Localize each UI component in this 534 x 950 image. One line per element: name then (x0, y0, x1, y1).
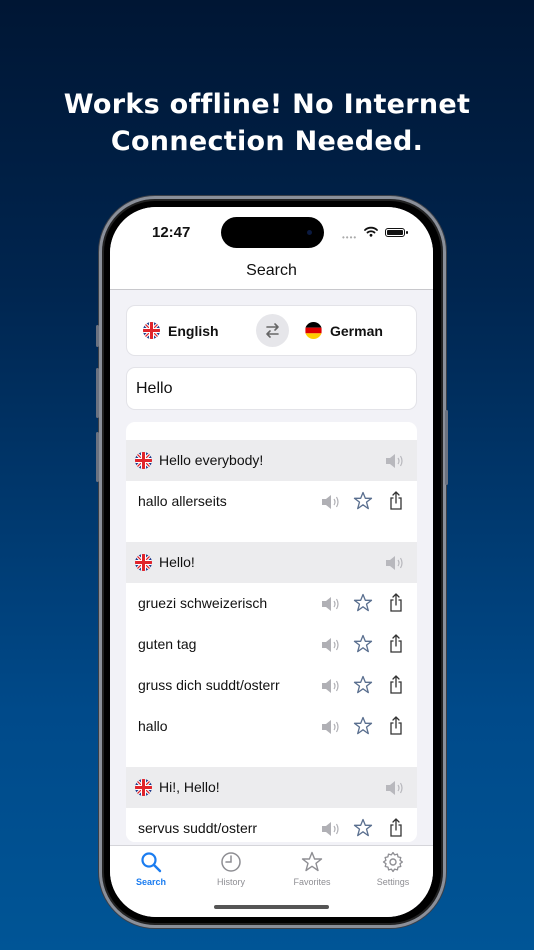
translation-text: guten tag (138, 636, 197, 652)
results-list: Hello everybody! hallo allerseits Hello! gr… (126, 422, 417, 842)
page-title: Search (246, 262, 297, 279)
speaker-icon[interactable] (320, 719, 342, 735)
uk-flag-icon (143, 322, 160, 339)
translation-row[interactable]: guten tag (126, 624, 417, 665)
share-icon[interactable] (389, 716, 403, 735)
source-phrase: Hello everybody! (159, 452, 264, 468)
tab-favorites[interactable]: Favorites (277, 850, 347, 887)
share-icon[interactable] (389, 818, 403, 837)
result-group-header: Hello everybody! (126, 440, 417, 481)
cellular-dots-icon: •••• (342, 233, 358, 242)
phone-volume-up (96, 368, 99, 418)
translation-row[interactable]: servus suddt/osterr (126, 808, 417, 842)
speaker-icon[interactable] (320, 637, 342, 653)
navigation-bar: Search (110, 257, 433, 290)
speaker-icon[interactable] (384, 453, 406, 469)
phone-screen: 12:47 •••• Search English German Hello H… (110, 207, 433, 917)
translation-text: gruss dich suddt/osterr (138, 677, 280, 693)
clock-icon (221, 852, 241, 872)
source-language-button[interactable]: English (127, 306, 252, 355)
phone-volume-down (96, 432, 99, 482)
result-group-header: Hello! (126, 542, 417, 583)
tab-bar: Search History Favorites Settings (110, 845, 433, 917)
status-bar: 12:47 •••• (110, 207, 433, 257)
search-input[interactable] (126, 367, 417, 410)
target-language-label: German (330, 323, 383, 339)
magnifier-icon (141, 852, 162, 873)
swap-arrows-icon (266, 323, 279, 338)
tab-history-label: History (216, 877, 245, 887)
target-language-button[interactable]: German (293, 306, 418, 355)
tab-history[interactable]: History (196, 850, 266, 887)
speaker-icon[interactable] (384, 780, 406, 796)
translation-text: gruezi schweizerisch (138, 595, 268, 611)
favorite-star-icon[interactable] (353, 716, 373, 736)
favorite-star-icon[interactable] (353, 593, 373, 613)
uk-flag-icon (135, 452, 152, 469)
tab-search[interactable]: Search (116, 850, 186, 887)
source-phrase: Hi!, Hello! (159, 779, 220, 795)
home-indicator[interactable] (214, 905, 329, 909)
promo-headline: Works offline! No Internet Connection Ne… (0, 86, 534, 160)
favorite-star-icon[interactable] (353, 818, 373, 838)
favorite-star-icon[interactable] (353, 675, 373, 695)
share-icon[interactable] (389, 491, 403, 510)
swap-languages-button[interactable] (256, 314, 289, 347)
promo-headline-line2: Connection Needed. (110, 126, 424, 157)
translation-row[interactable]: gruezi schweizerisch (126, 583, 417, 624)
uk-flag-icon (135, 554, 152, 571)
translation-row[interactable]: hallo allerseits (126, 481, 417, 522)
speaker-icon[interactable] (320, 821, 342, 837)
share-icon[interactable] (389, 593, 403, 612)
dynamic-island (221, 217, 324, 248)
tab-search-label: Search (135, 877, 167, 887)
speaker-icon[interactable] (320, 678, 342, 694)
share-icon[interactable] (389, 634, 403, 653)
battery-icon (385, 228, 408, 237)
translation-text: hallo (138, 718, 168, 734)
tab-settings-label: Settings (376, 877, 410, 887)
speaker-icon[interactable] (320, 596, 342, 612)
favorite-star-icon[interactable] (353, 634, 373, 654)
status-time: 12:47 (152, 224, 191, 241)
translation-row[interactable]: hallo (126, 706, 417, 747)
tab-settings[interactable]: Settings (358, 850, 428, 887)
uk-flag-icon (135, 779, 152, 796)
tab-favorites-label: Favorites (293, 877, 331, 887)
wifi-icon (364, 226, 378, 237)
speaker-icon[interactable] (320, 494, 342, 510)
translation-row[interactable]: gruss dich suddt/osterr (126, 665, 417, 706)
germany-flag-icon (305, 322, 322, 339)
translation-text: hallo allerseits (138, 493, 227, 509)
translation-text: servus suddt/osterr (138, 820, 258, 836)
language-selector: English German (126, 305, 417, 356)
source-language-label: English (168, 323, 219, 339)
phone-mute-switch (96, 325, 99, 347)
gear-icon (382, 851, 404, 873)
source-phrase: Hello! (159, 554, 195, 570)
result-group-header: Hi!, Hello! (126, 767, 417, 808)
favorite-star-icon[interactable] (353, 491, 373, 511)
star-icon (301, 851, 323, 872)
promo-headline-line1: Works offline! No Internet (63, 89, 471, 120)
speaker-icon[interactable] (384, 555, 406, 571)
share-icon[interactable] (389, 675, 403, 694)
phone-power-button (445, 410, 448, 485)
